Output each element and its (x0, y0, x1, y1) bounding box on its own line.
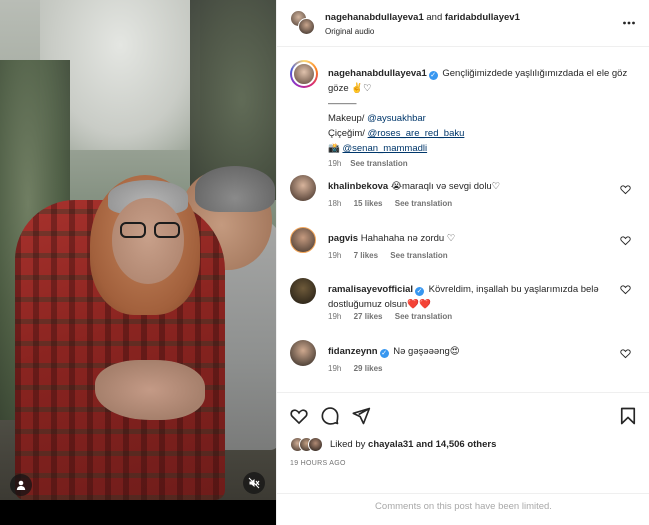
instagram-post: nagehanabdullayeva1 and faridabdullayev1… (0, 0, 649, 525)
heart-icon[interactable] (620, 348, 631, 359)
share-icon[interactable] (351, 406, 371, 426)
comment-icon[interactable] (320, 406, 340, 426)
comment-text: Nə gəşəəəng😍 (393, 346, 460, 357)
see-translation-link[interactable]: See translation (395, 199, 452, 208)
caption-divider: ——— (328, 98, 357, 109)
comment-time[interactable]: 19h (328, 312, 341, 321)
verified-badge-icon: ✓ (379, 349, 389, 358)
mute-icon[interactable] (243, 472, 265, 494)
post-authors: nagehanabdullayeva1 and faridabdullayev1 (325, 12, 520, 23)
see-translation-link[interactable]: See translation (390, 251, 447, 260)
avatar[interactable] (290, 60, 318, 88)
audio-label[interactable]: Original audio (325, 27, 374, 36)
heart-icon[interactable] (620, 284, 631, 295)
camera-emoji: 📸 (328, 143, 340, 154)
photo-mention[interactable]: @senan_mammadli (342, 143, 427, 154)
post-header: nagehanabdullayeva1 and faridabdullayev1… (277, 0, 649, 47)
author-link[interactable]: faridabdullayev1 (445, 12, 520, 23)
heart-icon[interactable] (289, 406, 309, 426)
comment-likes[interactable]: 29 likes (354, 364, 383, 373)
flowers-label: Çiçeğim/ (328, 128, 365, 139)
video-frame (0, 0, 276, 500)
post-actions: Liked by chayala31 and 14,506 others 19 … (277, 392, 649, 525)
comment-body: ramalisayevofficial ✓ Kövreldim, inşallah… (328, 282, 603, 312)
comment-time[interactable]: 18h (328, 199, 341, 208)
likes-prefix: Liked by (330, 439, 366, 450)
comment-username[interactable]: fidanzeynn (328, 346, 378, 357)
comment-username[interactable]: ramalisayevofficial (328, 284, 413, 295)
avatar (298, 18, 315, 35)
comment-meta: 19h 27 likes See translation (328, 312, 462, 321)
comment-username[interactable]: pagvis (328, 233, 358, 244)
post-timestamp[interactable]: 19 HOURS AGO (290, 460, 346, 467)
comment-meta: 19h 7 likes See translation (328, 251, 458, 260)
comment-body: fidanzeynn ✓ Nə gəşəəəng😍 (328, 344, 603, 359)
comment-likes[interactable]: 27 likes (354, 312, 383, 321)
comment-meta: 19h 29 likes (328, 364, 393, 373)
comment-body: pagvis Hahahaha nə zordu ♡ (328, 231, 603, 246)
comment-body: khalinbekova 😭maraqlı və sevgi dolu♡ (328, 179, 603, 194)
bookmark-icon[interactable] (618, 406, 638, 426)
comment-likes[interactable]: 15 likes (354, 199, 383, 208)
see-translation-link[interactable]: See translation (395, 312, 452, 321)
see-translation-link[interactable]: See translation (350, 159, 407, 168)
caption-username[interactable]: nagehanabdullayeva1 (328, 68, 427, 79)
comment-username[interactable]: khalinbekova (328, 181, 388, 192)
woman-glasses (120, 222, 182, 240)
more-options-icon[interactable] (622, 15, 636, 31)
avatar[interactable] (290, 227, 316, 253)
comment-likes[interactable]: 7 likes (354, 251, 378, 260)
verified-badge-icon: ✓ (428, 71, 438, 80)
likes-others[interactable]: and 14,506 others (416, 439, 496, 450)
man-hair (195, 166, 275, 212)
video-bottom-bar (0, 500, 276, 525)
makeup-mention[interactable]: @aysuakhbar (367, 113, 426, 124)
flowers-mention[interactable]: @roses_are_red_baku (368, 128, 465, 139)
user-tag-icon[interactable] (10, 474, 32, 496)
hands (95, 360, 205, 420)
avatar[interactable] (290, 175, 316, 201)
woman-face (112, 198, 184, 284)
liker-avatars[interactable] (290, 437, 330, 453)
caption-body: nagehanabdullayeva1 ✓ Gençliğimizdede yaş… (328, 66, 638, 171)
liker-username[interactable]: chayala31 (368, 439, 413, 450)
collab-avatars[interactable] (290, 10, 316, 36)
avatar[interactable] (290, 278, 316, 304)
caption-meta: 19h See translation (328, 159, 408, 168)
author-joiner: and (426, 12, 443, 23)
author-link[interactable]: nagehanabdullayeva1 (325, 12, 424, 23)
post-details-panel: nagehanabdullayeva1 and faridabdullayev1… (276, 0, 649, 525)
post-video[interactable] (0, 0, 276, 525)
makeup-label: Makeup/ (328, 113, 365, 124)
comment-text: Hahahaha nə zordu ♡ (360, 233, 456, 244)
verified-badge-icon: ✓ (415, 287, 425, 296)
comment-time[interactable]: 19h (328, 251, 341, 260)
comment-meta: 18h 15 likes See translation (328, 199, 462, 208)
heart-icon[interactable] (620, 235, 631, 246)
likes-text: Liked by chayala31 and 14,506 others (330, 439, 496, 450)
comment-text: 😭maraqlı və sevgi dolu♡ (390, 181, 501, 192)
likes-summary: Liked by chayala31 and 14,506 others (290, 437, 630, 453)
heart-icon[interactable] (620, 184, 631, 195)
comments-feed[interactable]: nagehanabdullayeva1 ✓ Gençliğimizdede yaş… (277, 47, 649, 392)
caption-time[interactable]: 19h (328, 159, 341, 168)
avatar[interactable] (290, 340, 316, 366)
avatar (308, 437, 323, 452)
comments-limited-notice: Comments on this post have been limited. (277, 493, 649, 525)
comment-time[interactable]: 19h (328, 364, 341, 373)
